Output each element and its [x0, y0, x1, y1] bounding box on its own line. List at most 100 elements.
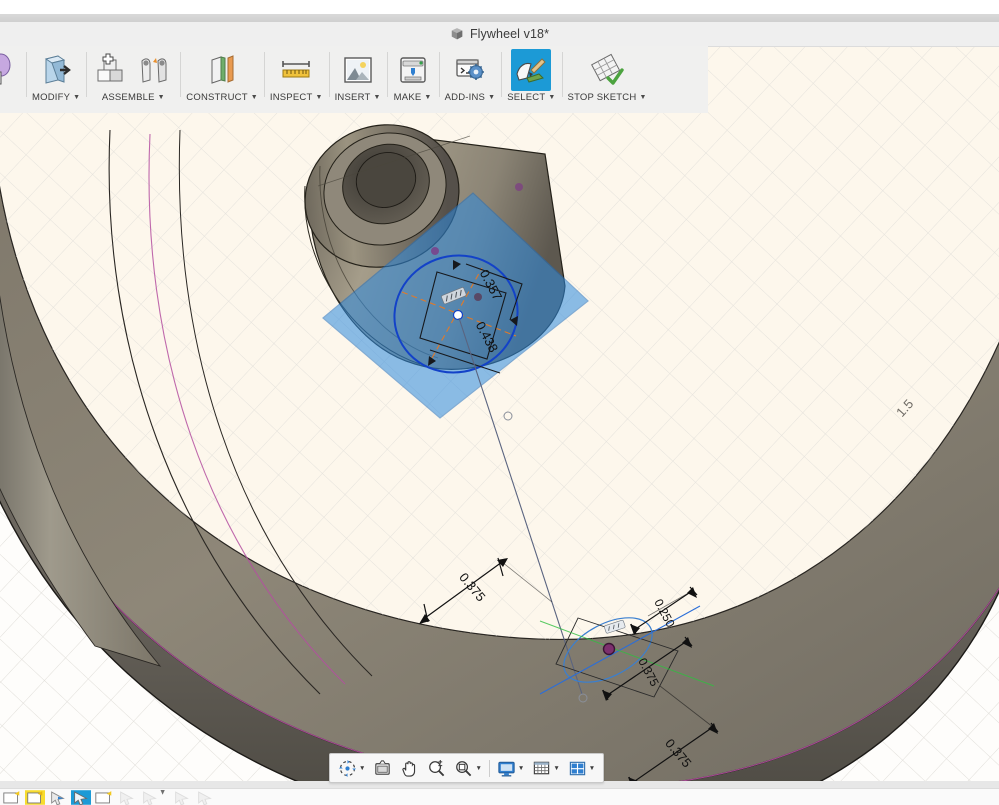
chevron-down-icon[interactable]: ▼ [553, 765, 559, 772]
modify-button[interactable] [36, 49, 76, 91]
ribbon-group-select: SELECT ▼ [501, 46, 561, 113]
display-monitor-icon [498, 761, 515, 776]
ribbon-label-text: CONSTRUCT [186, 92, 248, 103]
ribbon-label-select[interactable]: SELECT ▼ [507, 92, 555, 104]
ribbon-group-assemble: ASSEMBLE ▼ [86, 46, 180, 113]
ribbon-label-construct[interactable]: CONSTRUCT ▼ [186, 92, 258, 104]
pan-hand-icon [402, 760, 416, 777]
document-tab-bar[interactable]: Flywheel v18* [0, 22, 999, 47]
ribbon-group-addins: ADD-INS ▼ [438, 46, 502, 113]
pan-button[interactable] [396, 756, 423, 780]
chevron-down-icon[interactable]: ▼ [589, 765, 595, 772]
chevron-down-icon[interactable]: ▼ [488, 94, 495, 101]
ribbon-label-text: MAKE [393, 92, 422, 103]
ruler-icon [282, 61, 311, 78]
cursor-selected-icon[interactable] [71, 790, 91, 805]
viewports-icon [569, 761, 585, 775]
ribbon-label-create: CREATE [0, 92, 24, 104]
ribbon-toolbar[interactable]: CREATE MODIFY ▼ [0, 46, 708, 113]
chevron-down-icon[interactable]: ▼ [518, 765, 524, 772]
ribbon-label-stop-sketch[interactable]: STOP SKETCH ▼ [568, 92, 647, 104]
offset-plane-icon [211, 55, 234, 84]
look-at-button[interactable] [369, 756, 396, 780]
cursor-icon[interactable] [48, 790, 68, 805]
ribbon-label-text: ADD-INS [444, 92, 486, 103]
ribbon-label-addins[interactable]: ADD-INS ▼ [445, 92, 496, 104]
window-highlight-icon[interactable] [25, 790, 45, 805]
ribbon-label-insert[interactable]: INSERT ▼ [335, 92, 381, 104]
ribbon-group-make: MAKE ▼ [386, 46, 439, 113]
ribbon-group-construct: CONSTRUCT ▼ [180, 46, 264, 113]
cursor-dim-icon[interactable] [117, 790, 137, 805]
joint-icon [141, 58, 167, 83]
look-at-icon [375, 759, 391, 775]
chevron-down-icon[interactable]: ▼ [251, 94, 258, 101]
window-icon[interactable] [94, 790, 114, 805]
grid-snaps-button[interactable]: ▼ [528, 756, 563, 780]
lower-sketch-origin-point[interactable] [602, 642, 616, 656]
make-button[interactable] [393, 49, 433, 91]
select-button[interactable] [511, 49, 552, 91]
new-component-button[interactable] [92, 49, 132, 91]
grid-icon [534, 761, 550, 774]
addins-button[interactable] [450, 49, 490, 91]
chevron-down-icon[interactable]: ▼ [373, 94, 380, 101]
ribbon-group-modify: MODIFY ▼ [26, 46, 86, 113]
select-arrow-paint-icon [516, 58, 547, 83]
create-extrude-icon [0, 53, 11, 85]
ribbon-group-inspect: INSPECT ▼ [263, 46, 329, 113]
navbar-divider [488, 759, 490, 777]
image-insert-icon [343, 57, 372, 83]
ribbon-label-text: INSPECT [269, 92, 313, 103]
title-bar-strip [0, 14, 999, 22]
chevron-down-icon[interactable]: ▼ [548, 94, 555, 101]
3d-viewport-canvas[interactable]: 0.357 0.438 0.375 0.250 0.375 0.375 1.5 … [0, 46, 999, 788]
ribbon-group-insert: INSERT ▼ [328, 46, 387, 113]
create-button[interactable] [0, 49, 24, 91]
ribbon-label-text: INSERT [334, 92, 371, 103]
cursor-dim-icon[interactable] [195, 790, 215, 805]
zoom-window-icon [456, 760, 472, 776]
chevron-down-icon[interactable]: ▼ [639, 94, 646, 101]
stop-sketch-button[interactable] [587, 49, 627, 91]
insert-button[interactable] [338, 49, 378, 91]
inspect-button[interactable] [276, 49, 316, 91]
ribbon-label-text: ASSEMBLE [101, 92, 155, 103]
os-taskbar[interactable] [0, 788, 999, 805]
chevron-down-icon[interactable]: ▼ [73, 94, 80, 101]
chevron-down-icon[interactable]: ▼ [315, 94, 322, 101]
ribbon-label-assemble[interactable]: ASSEMBLE ▼ [102, 92, 165, 104]
reference-point-c[interactable] [474, 293, 482, 301]
cursor-dim-icon[interactable] [172, 790, 192, 805]
joint-button[interactable] [134, 49, 174, 91]
viewports-button[interactable]: ▼ [564, 756, 599, 780]
window-icon[interactable] [2, 790, 22, 805]
ribbon-label-modify[interactable]: MODIFY ▼ [32, 92, 80, 104]
orbit-button[interactable]: ▼ [334, 756, 369, 780]
press-pull-icon [44, 55, 72, 84]
reference-point-b[interactable] [515, 183, 523, 191]
ribbon-label-make[interactable]: MAKE ▼ [394, 92, 432, 104]
construct-button[interactable] [202, 49, 242, 91]
chevron-down-icon[interactable]: ▼ [158, 94, 165, 101]
zoom-button[interactable] [423, 756, 450, 780]
title-bar [0, 0, 999, 22]
ribbon-label-inspect[interactable]: INSPECT ▼ [270, 92, 323, 104]
cube-icon [451, 28, 463, 40]
cursor-dim-icon[interactable] [140, 790, 160, 805]
fusion-360-window: 0.357 0.438 0.375 0.250 0.375 0.375 1.5 … [0, 0, 999, 805]
chevron-down-icon[interactable]: ▼ [424, 94, 431, 101]
chevron-down-icon[interactable]: ▼ [359, 765, 365, 772]
ribbon-group-create: CREATE [0, 46, 26, 113]
script-gear-icon [456, 59, 484, 80]
display-settings-button[interactable]: ▼ [493, 756, 528, 780]
reference-point-a[interactable] [431, 247, 439, 255]
ribbon-label-text: SELECT [507, 92, 546, 103]
view-navigation-bar[interactable]: ▼ ▼ ▼ ▼ ▼ [329, 753, 605, 783]
sketch-center-point[interactable] [452, 309, 464, 321]
new-component-icon [97, 53, 123, 82]
3d-scene: 0.357 0.438 0.375 0.250 0.375 0.375 1.5 … [0, 46, 999, 788]
ribbon-group-stop-sketch: STOP SKETCH ▼ [561, 46, 653, 113]
chevron-down-icon[interactable]: ▼ [475, 765, 481, 772]
zoom-window-button[interactable]: ▼ [450, 756, 485, 780]
